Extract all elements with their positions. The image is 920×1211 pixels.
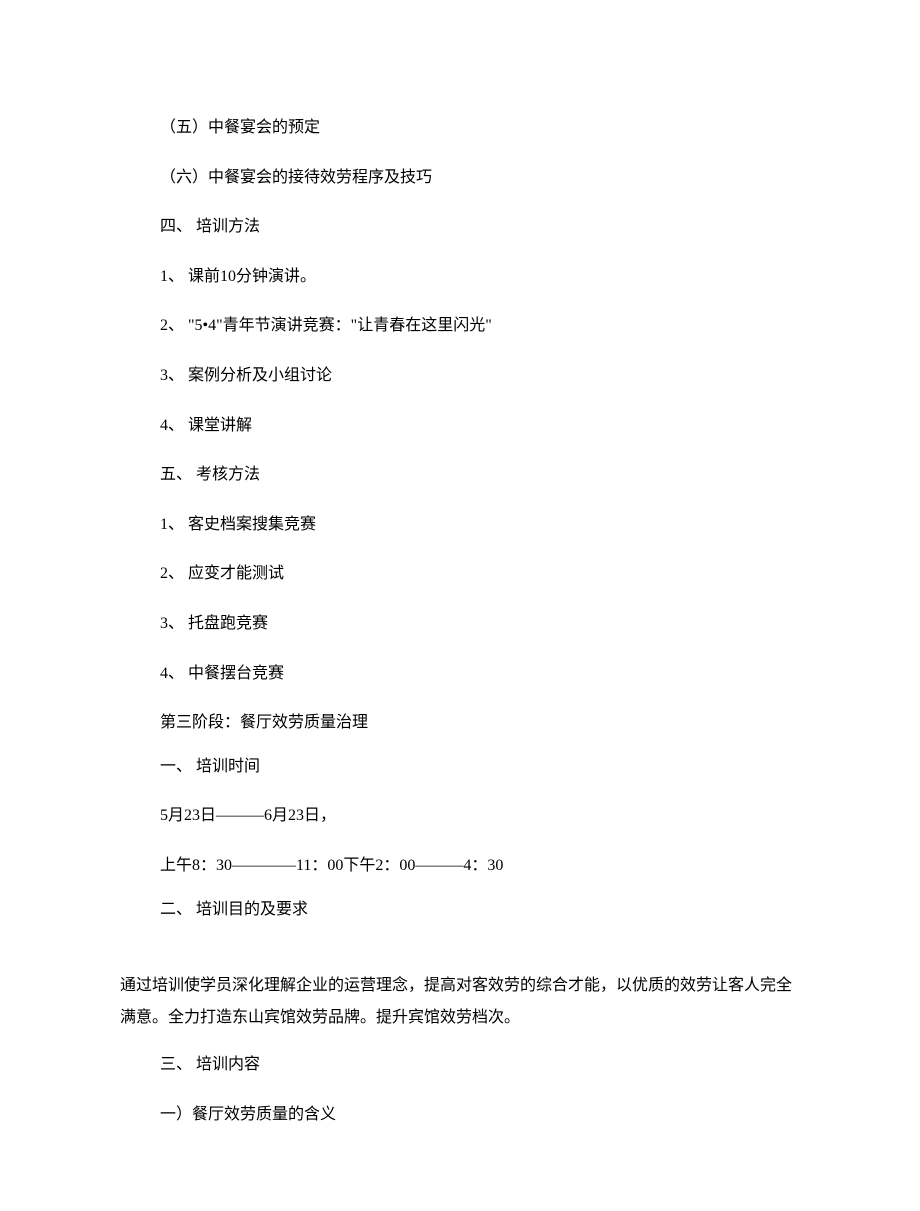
- line-5-banquet-reservation: （五）中餐宴会的预定: [120, 115, 800, 141]
- section-4-training-methods: 四、 培训方法: [120, 214, 800, 240]
- item-5-3: 3、 托盘跑竞赛: [120, 611, 800, 637]
- line-date-range: 5月23日———6月23日，: [120, 803, 800, 829]
- line-6-banquet-service: （六）中餐宴会的接待效劳程序及技巧: [120, 165, 800, 191]
- line-time-range: 上午8：30————11：00下午2：00———4：30: [120, 853, 800, 879]
- item-4-1: 1、 课前10分钟演讲。: [120, 264, 800, 290]
- phase-3-heading: 第三阶段：餐厅效劳质量治理: [120, 710, 800, 736]
- item-5-1: 1、 客史档案搜集竞赛: [120, 512, 800, 538]
- item-3-1: 一）餐厅效劳质量的含义: [120, 1102, 800, 1128]
- section-1-training-time: 一、 培训时间: [120, 754, 800, 780]
- section-2-purpose: 二、 培训目的及要求: [120, 897, 800, 923]
- item-4-4: 4、 课堂讲解: [120, 413, 800, 439]
- item-5-4: 4、 中餐摆台竞赛: [120, 661, 800, 687]
- paragraph-purpose-content: 通过培训使学员深化理解企业的运营理念，提高对客效劳的综合才能，以优质的效劳让客人…: [120, 970, 800, 1034]
- document-page: （五）中餐宴会的预定 （六）中餐宴会的接待效劳程序及技巧 四、 培训方法 1、 …: [0, 0, 920, 1211]
- item-5-2: 2、 应变才能测试: [120, 561, 800, 587]
- section-5-assessment: 五、 考核方法: [120, 462, 800, 488]
- section-3-content: 三、 培训内容: [120, 1052, 800, 1078]
- item-4-2: 2、 "5•4"青年节演讲竞赛："让青春在这里闪光": [120, 313, 800, 339]
- item-4-3: 3、 案例分析及小组讨论: [120, 363, 800, 389]
